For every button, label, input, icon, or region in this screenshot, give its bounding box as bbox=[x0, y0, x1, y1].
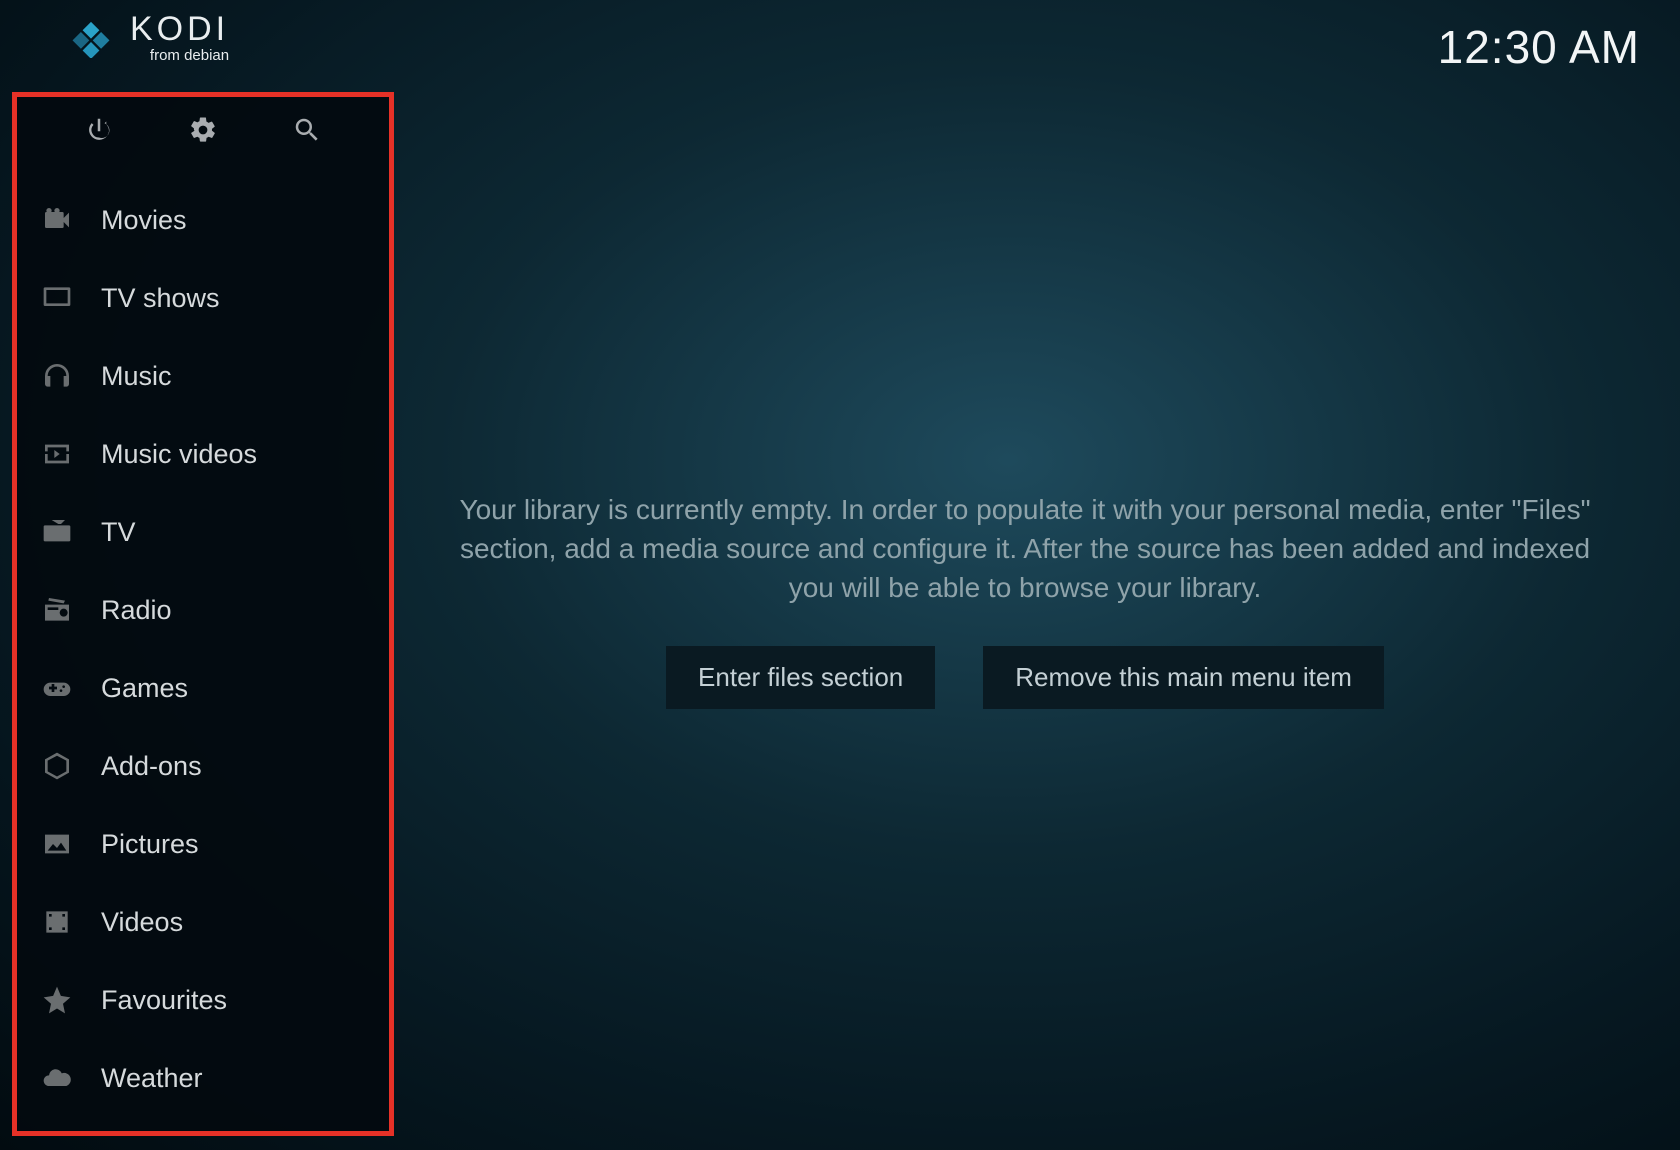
tv-antenna-icon bbox=[39, 514, 75, 550]
sidebar-item-label: Add-ons bbox=[101, 751, 202, 782]
film-strip-icon bbox=[39, 904, 75, 940]
enter-files-button[interactable]: Enter files section bbox=[666, 646, 935, 709]
search-icon bbox=[292, 115, 322, 150]
kodi-logo-icon bbox=[70, 16, 112, 58]
power-icon bbox=[84, 115, 114, 150]
music-note-icon bbox=[39, 436, 75, 472]
sidebar-item-games[interactable]: Games bbox=[17, 649, 389, 727]
tv-display-icon bbox=[39, 280, 75, 316]
sidebar-item-tvshows[interactable]: TV shows bbox=[17, 259, 389, 337]
sidebar-item-label: Pictures bbox=[101, 829, 199, 860]
main-content: Your library is currently empty. In orde… bbox=[430, 490, 1620, 709]
sidebar-item-label: Videos bbox=[101, 907, 183, 938]
movie-camera-icon bbox=[39, 202, 75, 238]
image-icon bbox=[39, 826, 75, 862]
sidebar-item-favourites[interactable]: Favourites bbox=[17, 961, 389, 1039]
power-button[interactable] bbox=[82, 115, 116, 149]
empty-library-message: Your library is currently empty. In orde… bbox=[430, 490, 1620, 608]
sidebar-item-weather[interactable]: Weather bbox=[17, 1039, 389, 1117]
sidebar-item-musicvideos[interactable]: Music videos bbox=[17, 415, 389, 493]
sidebar-item-label: Weather bbox=[101, 1063, 203, 1094]
sidebar-item-label: Music videos bbox=[101, 439, 257, 470]
remove-menu-item-button[interactable]: Remove this main menu item bbox=[983, 646, 1384, 709]
header: KODI from debian 12:30 AM bbox=[0, 10, 1680, 80]
settings-button[interactable] bbox=[186, 115, 220, 149]
app-subtitle: from debian bbox=[130, 47, 229, 64]
gear-icon bbox=[188, 115, 218, 150]
radio-icon bbox=[39, 592, 75, 628]
app-title: KODI bbox=[130, 10, 229, 49]
sidebar-item-addons[interactable]: Add-ons bbox=[17, 727, 389, 805]
sidebar-item-videos[interactable]: Videos bbox=[17, 883, 389, 961]
menu-list: Movies TV shows Music Music videos TV Ra… bbox=[17, 181, 389, 1117]
action-button-row: Enter files section Remove this main men… bbox=[430, 646, 1620, 709]
sidebar: Movies TV shows Music Music videos TV Ra… bbox=[12, 92, 394, 1136]
toolbar bbox=[17, 97, 389, 181]
sidebar-item-music[interactable]: Music bbox=[17, 337, 389, 415]
search-button[interactable] bbox=[290, 115, 324, 149]
sidebar-item-pictures[interactable]: Pictures bbox=[17, 805, 389, 883]
sidebar-item-label: Favourites bbox=[101, 985, 227, 1016]
sidebar-item-label: TV bbox=[101, 517, 136, 548]
gamepad-icon bbox=[39, 670, 75, 706]
box-icon bbox=[39, 748, 75, 784]
sidebar-item-label: TV shows bbox=[101, 283, 220, 314]
star-icon bbox=[39, 982, 75, 1018]
sidebar-item-tv[interactable]: TV bbox=[17, 493, 389, 571]
cloud-icon bbox=[39, 1060, 75, 1096]
sidebar-item-label: Music bbox=[101, 361, 172, 392]
sidebar-item-label: Radio bbox=[101, 595, 172, 626]
sidebar-item-movies[interactable]: Movies bbox=[17, 181, 389, 259]
sidebar-item-radio[interactable]: Radio bbox=[17, 571, 389, 649]
sidebar-item-label: Games bbox=[101, 673, 188, 704]
headphones-icon bbox=[39, 358, 75, 394]
sidebar-item-label: Movies bbox=[101, 205, 187, 236]
clock: 12:30 AM bbox=[1438, 20, 1640, 74]
logo-block: KODI from debian bbox=[0, 10, 229, 64]
